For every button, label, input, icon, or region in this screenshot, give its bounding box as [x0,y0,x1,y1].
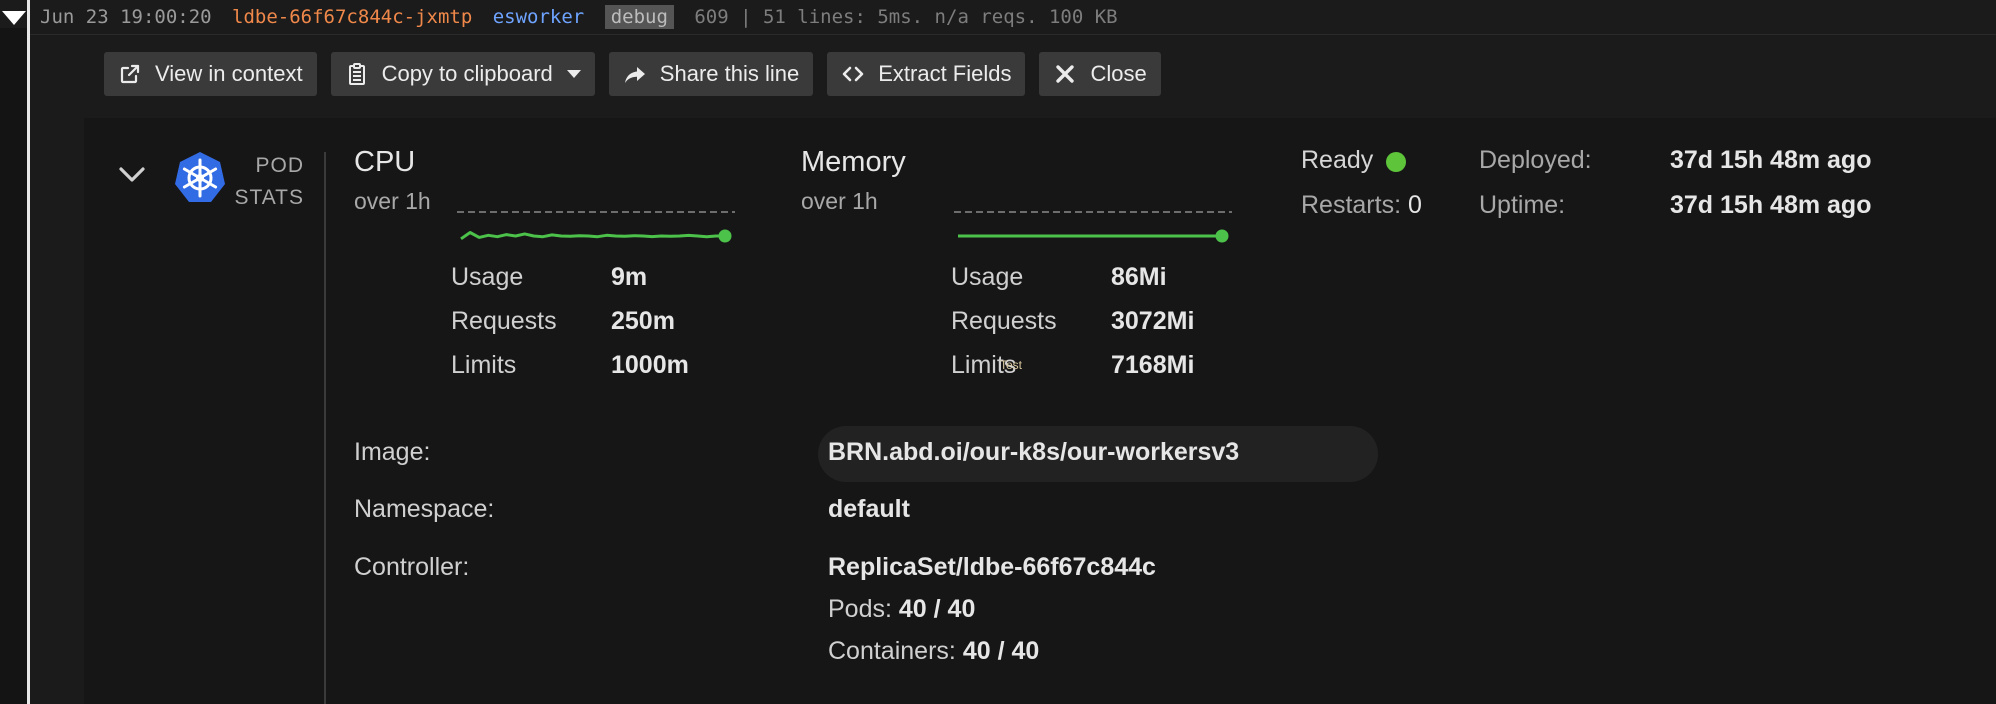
cpu-period: over 1h [354,188,431,214]
view-in-context-label: View in context [155,61,303,86]
controller-label: Controller: [354,553,470,581]
left-edge [0,28,27,704]
collapse-caret-icon[interactable] [2,11,26,25]
log-timestamp: Jun 23 19:00:20 [40,6,212,28]
hover-tooltip: Test [1000,358,1023,372]
image-value[interactable]: BRN.abd.oi/our-k8s/our-workersv3 [828,438,1239,467]
cpu-sparkline [457,211,735,243]
log-service-name[interactable]: esworker [493,6,585,28]
copy-to-clipboard-button[interactable]: Copy to clipboard [330,52,595,96]
cpu-requests-value: 250m [611,307,675,335]
log-level-badge: debug [604,5,674,29]
close-x-icon [1052,61,1078,87]
memory-title: Memory [801,146,906,178]
memory-period: over 1h [801,188,878,214]
share-arrow-icon [622,61,648,87]
view-in-context-button[interactable]: View in context [104,52,317,96]
controller-value: ReplicaSet/ldbe-66f67c844c [828,553,1156,581]
memory-limits-value: 7168Mi [1111,351,1195,379]
log-separator [30,34,1996,35]
uptime-label: Uptime: [1479,191,1566,219]
cpu-limits-label: Limits [451,351,517,379]
log-line[interactable]: Jun 23 19:00:20 ldbe-66f67c844c-jxmtp es… [40,0,1127,34]
memory-requests-label: Requests [951,307,1057,335]
stats-divider [324,152,326,704]
uptime-value: 37d 15h 48m ago [1670,191,1872,219]
memory-sparkline [954,211,1232,243]
extract-fields-button[interactable]: Extract Fields [827,52,1026,96]
cpu-sparkline-last-point [718,229,732,243]
close-label: Close [1090,61,1147,86]
log-message: 609 | 51 lines: 5ms. n/a reqs. 100 KB [694,6,1118,28]
pods-value: 40 / 40 [898,595,976,623]
memory-usage-label: Usage [951,263,1024,291]
restarts-label-text: Restarts: [1301,191,1402,219]
close-button[interactable]: Close [1039,52,1161,96]
caret-down-icon[interactable] [566,70,581,78]
kubernetes-icon [175,152,225,202]
pod-stats-label: POD STATS [232,150,304,214]
namespace-label: Namespace: [354,495,495,523]
deployed-value: 37d 15h 48m ago [1670,146,1872,174]
namespace-value: default [828,495,910,523]
code-brackets-icon [840,61,866,87]
cpu-requests-label: Requests [451,307,557,335]
ready-status-dot [1386,152,1406,172]
containers-label: Containers: [828,637,956,665]
external-link-icon [117,61,143,87]
copy-to-clipboard-label: Copy to clipboard [381,61,553,86]
pod-stats-line2: STATS [234,186,304,209]
restarts-value: 0 [1407,191,1422,219]
containers-value: 40 / 40 [962,637,1040,665]
chevron-down-icon[interactable] [117,160,147,190]
clipboard-icon [344,61,370,87]
cpu-title: CPU [354,146,416,178]
cpu-usage-value: 9m [611,263,648,291]
memory-sparkline-last-point [1215,229,1229,243]
log-pod-name[interactable]: ldbe-66f67c844c-jxmtp [232,6,472,28]
pod-stats-line1: POD [255,154,304,177]
containers-count: Containers: 40 / 40 [828,637,1039,666]
extract-fields-label: Extract Fields [878,61,1012,86]
cpu-limits-value: 1000m [611,351,689,379]
share-line-button[interactable]: Share this line [608,52,814,96]
cpu-usage-label: Usage [451,263,524,291]
log-actions-toolbar: View in context Copy to clipboard Share … [104,52,1161,96]
memory-requests-value: 3072Mi [1111,307,1195,335]
gutter-line [27,0,30,704]
share-line-label: Share this line [659,61,800,86]
deployed-label: Deployed: [1479,146,1592,174]
pods-count: Pods: 40 / 40 [828,595,975,624]
pods-label: Pods: [828,595,892,623]
restarts-label: Restarts: 0 [1301,191,1422,220]
ready-label: Ready [1301,146,1374,174]
cpu-sparkline-series-line [460,231,725,241]
image-label: Image: [354,438,431,466]
memory-usage-value: 86Mi [1111,263,1167,291]
